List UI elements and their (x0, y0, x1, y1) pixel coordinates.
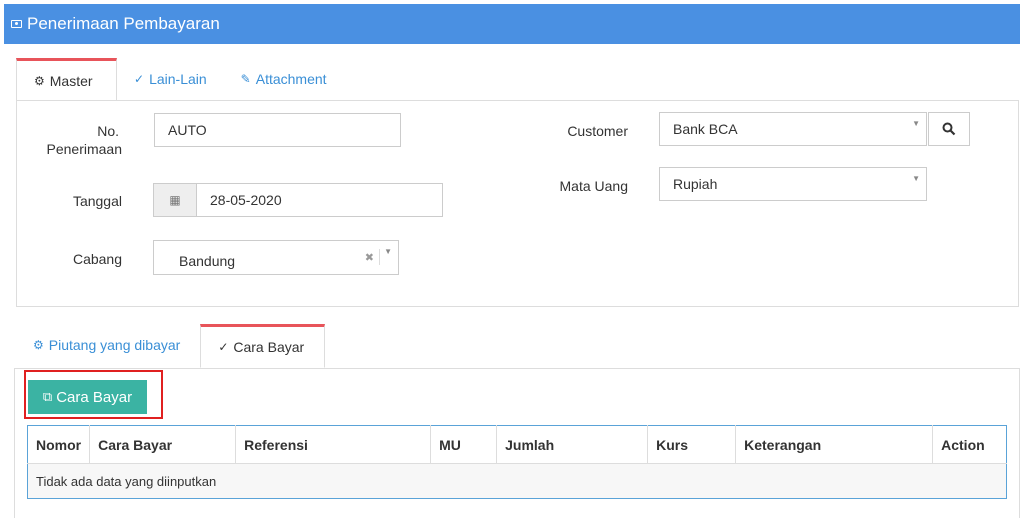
add-cara-bayar-button[interactable]: ⧉ Cara Bayar (28, 380, 147, 414)
no-penerimaan-label: No. Penerimaan (46, 123, 123, 157)
tab-attachment[interactable]: ✎ Attachment (224, 57, 344, 101)
tab-piutang-yang-dibayar[interactable]: ⚙ Piutang yang dibayar (16, 323, 200, 367)
customer-value: Bank BCA (673, 121, 738, 137)
cabang-label: Cabang (72, 251, 122, 267)
chevron-down-icon: ▼ (912, 174, 920, 183)
clear-icon[interactable]: ✖ (365, 251, 374, 264)
bottom-tab-bar: ⚙ Piutang yang dibayar ✓ Cara Bayar (16, 323, 326, 368)
column-header: Kurs (647, 425, 737, 464)
column-header: Nomor (27, 425, 91, 464)
customer-label: Customer (567, 123, 628, 139)
no-penerimaan-value: AUTO (168, 122, 207, 138)
tab-label: Cara Bayar (233, 339, 305, 355)
tanggal-input[interactable]: ▦ 28-05-2020 (153, 183, 443, 217)
column-header: Referensi (235, 425, 432, 464)
tab-label: Piutang yang dibayar (48, 337, 181, 353)
column-header: Action (932, 425, 1007, 464)
empty-message: Tidak ada data yang diinputkan (27, 463, 1007, 499)
mata-uang-value: Rupiah (673, 176, 718, 192)
tanggal-label: Tanggal (72, 193, 122, 209)
chevron-down-icon: ▼ (912, 119, 920, 128)
tab-master[interactable]: ⚙ Master (16, 58, 117, 102)
customer-search-button[interactable] (928, 112, 970, 146)
paperclip-icon: ✎ (240, 72, 251, 86)
page-title: Penerimaan Pembayaran (27, 14, 220, 33)
check-circle-icon: ✓ (218, 340, 229, 354)
tab-label: Lain-Lain (149, 71, 207, 87)
button-label: Cara Bayar (56, 388, 133, 406)
column-header: Jumlah (496, 425, 649, 464)
no-penerimaan-input[interactable]: AUTO (154, 113, 401, 147)
mata-uang-label: Mata Uang (559, 178, 628, 194)
cogs-icon: ⚙ (34, 74, 45, 88)
tab-cara-bayar[interactable]: ✓ Cara Bayar (200, 324, 326, 368)
cabang-value: Bandung (179, 252, 236, 269)
copy-icon: ⧉ (42, 389, 53, 404)
tab-label: Attachment (255, 71, 327, 87)
table-row: Tidak ada data yang diinputkan (27, 463, 1007, 499)
column-header: MU (430, 425, 498, 464)
divider (379, 249, 380, 265)
mata-uang-select[interactable]: Rupiah ▼ (659, 167, 927, 201)
cara-bayar-table: Nomor Cara Bayar Referensi MU Jumlah Kur… (27, 425, 1007, 499)
top-tab-bar: ⚙ Master ✓ Lain-Lain ✎ Attachment (16, 57, 344, 102)
customer-select[interactable]: Bank BCA ▼ (659, 112, 927, 146)
column-header: Cara Bayar (89, 425, 237, 464)
column-header: Keterangan (735, 425, 934, 464)
money-icon (11, 20, 22, 28)
check-circle-icon: ✓ (134, 72, 145, 86)
tab-label: Master (49, 73, 93, 89)
cabang-select[interactable]: Bandung ✖ ▼ (153, 240, 399, 275)
tanggal-value: 28-05-2020 (210, 192, 282, 208)
calendar-icon[interactable]: ▦ (154, 184, 197, 216)
tab-lain-lain[interactable]: ✓ Lain-Lain (117, 57, 224, 101)
page-header: Penerimaan Pembayaran (4, 4, 1020, 44)
cogs-icon: ⚙ (33, 338, 44, 352)
search-icon (942, 122, 956, 136)
chevron-down-icon: ▼ (384, 247, 392, 256)
table-header-row: Nomor Cara Bayar Referensi MU Jumlah Kur… (27, 425, 1007, 464)
